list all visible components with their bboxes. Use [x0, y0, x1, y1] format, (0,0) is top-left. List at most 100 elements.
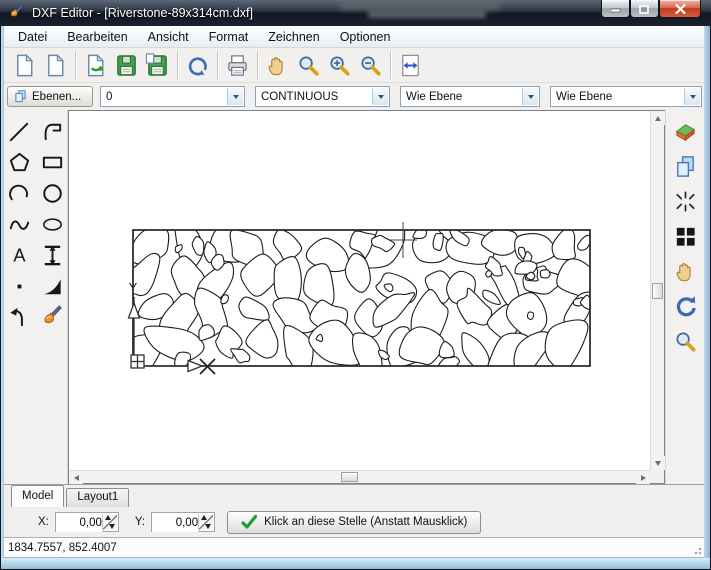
svg-text:Y: Y [129, 280, 138, 295]
explode-tool-button[interactable] [671, 188, 699, 214]
print-icon [225, 53, 250, 78]
print-button[interactable] [222, 51, 253, 80]
move-hand-tool-button[interactable] [671, 258, 699, 284]
close-button[interactable] [659, 0, 701, 18]
menu-optionen[interactable]: Optionen [330, 28, 401, 46]
vertical-scrollbar[interactable] [650, 111, 664, 470]
undo-button[interactable] [182, 51, 213, 80]
horizontal-scroll-thumb[interactable] [341, 472, 358, 482]
copy-icon [673, 154, 698, 179]
scroll-up-button[interactable] [651, 111, 665, 125]
window-border-right [704, 26, 710, 558]
menu-datei[interactable]: Datei [8, 28, 57, 46]
hatch-tool-button[interactable] [38, 273, 66, 299]
scroll-left-button[interactable] [69, 471, 83, 484]
polygon-tool-button[interactable] [5, 149, 33, 175]
blocks-tool-button[interactable] [671, 223, 699, 249]
layers-button[interactable]: Ebenen... [7, 86, 93, 107]
text-tool-button[interactable]: A [5, 242, 33, 268]
save-button[interactable] [111, 51, 142, 80]
rotate-icon [673, 294, 698, 319]
x-label: X: [38, 516, 49, 528]
toolbar-separator [257, 52, 258, 79]
zoom-out-button[interactable] [355, 51, 386, 80]
point-icon [7, 274, 32, 299]
x-input[interactable] [56, 514, 102, 532]
rotate-tool-button[interactable] [671, 293, 699, 319]
layers-button-label: Ebenen... [32, 91, 81, 103]
new-file-button[interactable] [9, 51, 40, 80]
y-input-wrap [151, 512, 215, 532]
restore-button[interactable] [630, 0, 659, 18]
copy-tool-button[interactable] [671, 153, 699, 179]
menu-format[interactable]: Format [199, 28, 259, 46]
menu-zeichnen[interactable]: Zeichnen [258, 28, 329, 46]
spline-icon [7, 212, 32, 237]
click-here-button[interactable]: Klick an diese Stelle (Anstatt Mausklick… [227, 511, 481, 534]
scroll-down-button[interactable] [651, 456, 665, 470]
y-input[interactable] [152, 514, 198, 532]
x-spinner[interactable] [102, 514, 117, 530]
eraser-tool-button[interactable] [671, 118, 699, 144]
chevron-down-icon [528, 95, 534, 99]
linetype-combobox[interactable]: CONTINUOUS [255, 86, 390, 107]
arc-tool-button[interactable] [5, 180, 33, 206]
text-icon: A [7, 243, 32, 268]
menubar: DateiBearbeitenAnsichtFormatZeichnenOpti… [4, 26, 704, 48]
dimension-tool-button[interactable] [38, 242, 66, 268]
color-combobox[interactable]: Wie Ebene [400, 86, 540, 107]
zoom-in-button[interactable] [324, 51, 355, 80]
y-label: Y: [135, 516, 145, 528]
explode-icon [673, 189, 698, 214]
tab-layout1[interactable]: Layout1 [66, 488, 129, 507]
brush-tool-button[interactable] [38, 304, 66, 330]
new-file-2-button[interactable] [40, 51, 71, 80]
lineweight-combobox[interactable]: Wie Ebene [550, 86, 702, 107]
new-file-icon [12, 53, 37, 78]
circle-tool-button[interactable] [38, 180, 66, 206]
spline-tool-button[interactable] [5, 211, 33, 237]
titlebar: DXF Editor - [Riverstone-89x314cm.dxf] [0, 0, 711, 26]
zoom-window-tool-button[interactable] [671, 328, 699, 354]
rectangle-tool-button[interactable] [38, 149, 66, 175]
blurred-watermark [368, 11, 486, 18]
checkmark-icon [241, 514, 257, 530]
fit-width-button[interactable] [395, 51, 426, 80]
drawing-canvas[interactable]: Y [68, 110, 665, 484]
cursor-coordinates: 1834.7557, 852.4007 [8, 542, 117, 554]
minimize-button[interactable] [601, 0, 630, 18]
move-hand-icon [673, 259, 698, 284]
menu-ansicht[interactable]: Ansicht [138, 28, 199, 46]
blurred-watermark [340, 1, 500, 10]
svg-text:A: A [13, 244, 26, 265]
coordinate-controls: X: Y: Klick an diese Stelle (Anstatt Mau… [4, 507, 704, 537]
save-as-button[interactable] [142, 51, 173, 80]
layer-combobox[interactable]: 0 [100, 86, 245, 107]
save-as-icon [145, 53, 170, 78]
open-file-button[interactable] [80, 51, 111, 80]
pan-button[interactable] [262, 51, 293, 80]
zoom-in-icon [327, 53, 352, 78]
chevron-down-icon [233, 95, 239, 99]
zoom-out-icon [358, 53, 383, 78]
polyline-tool-button[interactable] [38, 118, 66, 144]
ellipse-icon [40, 212, 65, 237]
horizontal-scrollbar[interactable] [69, 470, 650, 483]
circle-icon [40, 181, 65, 206]
fit-width-icon [398, 53, 423, 78]
tab-model[interactable]: Model [11, 485, 64, 507]
line-tool-button[interactable] [5, 118, 33, 144]
zoom-button[interactable] [293, 51, 324, 80]
layers-icon [13, 89, 28, 104]
point-tool-button[interactable] [5, 273, 33, 299]
ellipse-tool-button[interactable] [38, 211, 66, 237]
scroll-right-button[interactable] [636, 471, 650, 484]
leader-icon [7, 305, 32, 330]
leader-tool-button[interactable] [5, 304, 33, 330]
vertical-scroll-thumb[interactable] [652, 283, 663, 299]
menu-bearbeiten[interactable]: Bearbeiten [57, 28, 137, 46]
chevron-down-icon [378, 95, 384, 99]
resize-grip[interactable] [690, 543, 702, 555]
lineweight-value: Wie Ebene [556, 91, 612, 103]
y-spinner[interactable] [198, 514, 213, 530]
